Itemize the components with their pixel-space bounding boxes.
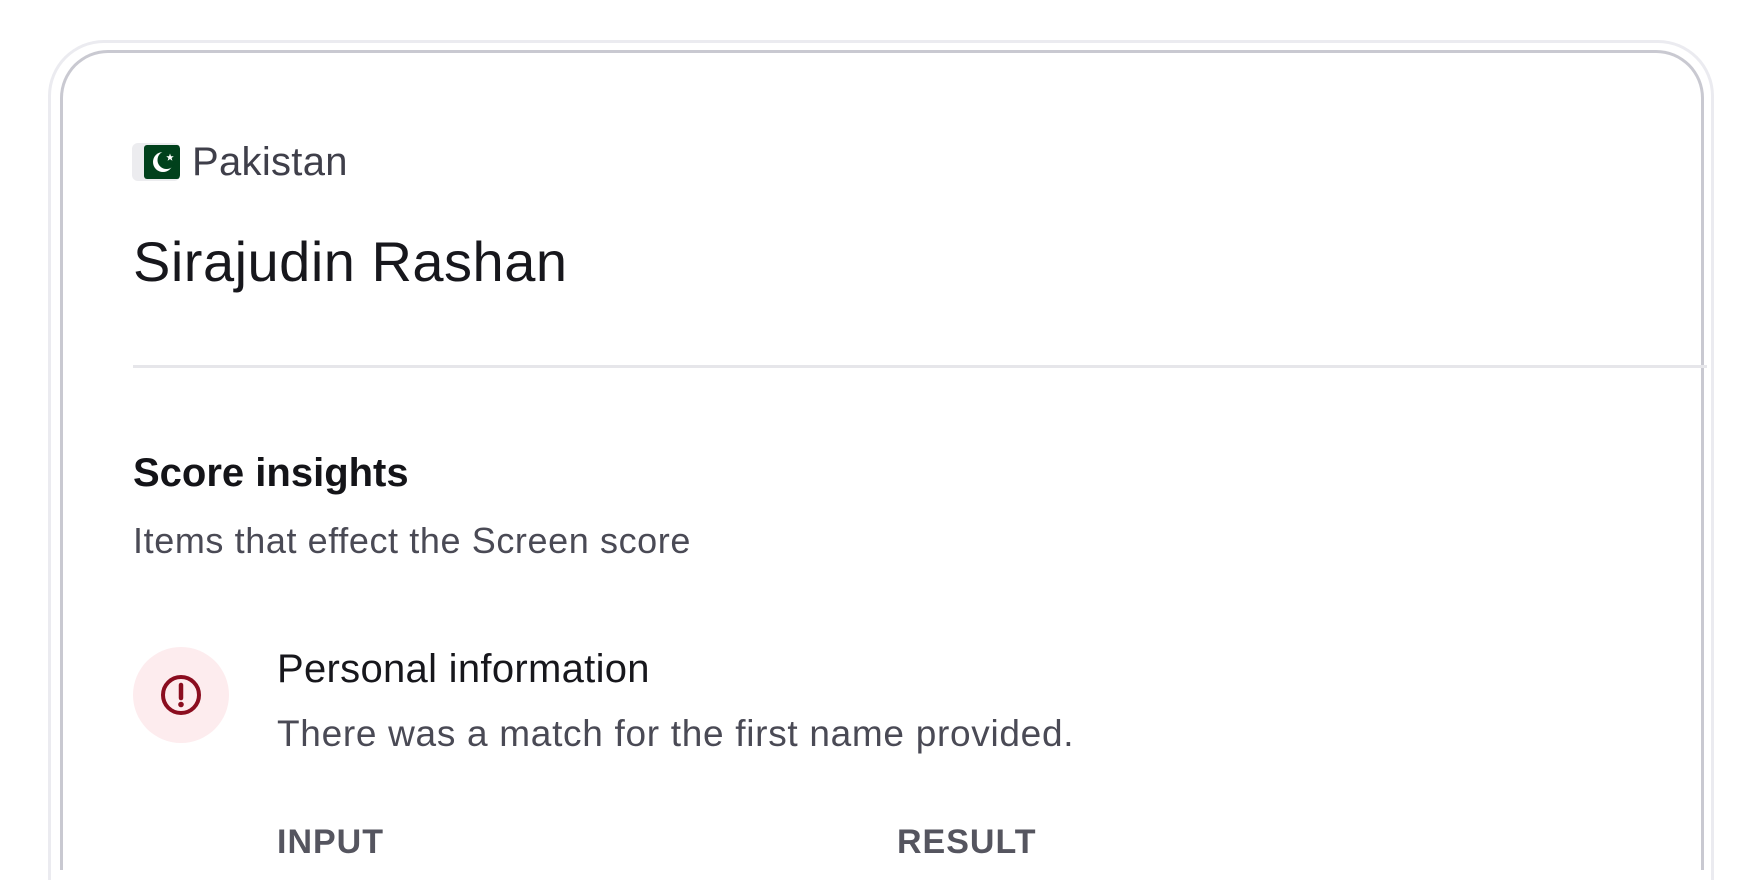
insight-title: Personal information (277, 647, 650, 691)
divider (133, 365, 1707, 368)
insight-icon-badge (133, 647, 229, 743)
profile-card: Pakistan Sirajudin Rashan Score insights… (60, 50, 1707, 870)
country-name: Pakistan (192, 139, 348, 184)
input-column-header: INPUT (277, 823, 384, 861)
country-row: Pakistan (132, 139, 348, 185)
alert-circle-icon (161, 675, 201, 715)
result-column-header: RESULT (897, 823, 1037, 861)
person-name: Sirajudin Rashan (133, 230, 568, 293)
section-title: Score insights (133, 451, 409, 495)
flag-container (132, 143, 180, 181)
insight-description: There was a match for the first name pro… (277, 713, 1075, 754)
pakistan-flag-icon (144, 145, 180, 179)
section-subtitle: Items that effect the Screen score (133, 520, 692, 561)
